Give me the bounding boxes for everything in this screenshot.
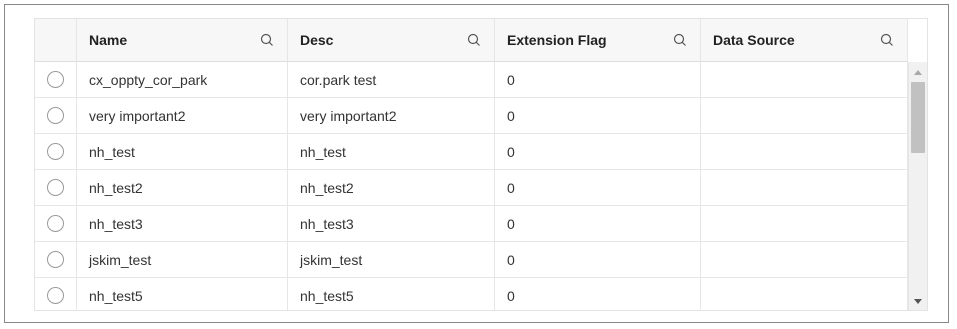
search-icon[interactable] <box>880 33 894 47</box>
grid-panel: Name Desc Extension Flag Data Source cx_… <box>4 4 949 323</box>
row-radio-button[interactable] <box>47 215 64 232</box>
desc-cell: very important2 <box>288 98 495 133</box>
search-icon[interactable] <box>467 33 481 47</box>
table-row[interactable]: jskim_test jskim_test 0 <box>35 242 908 278</box>
table-row[interactable]: very important2 very important2 0 <box>35 98 908 134</box>
name-cell: jskim_test <box>77 242 288 277</box>
extension-flag-cell: 0 <box>495 242 701 277</box>
row-select-cell <box>35 206 77 241</box>
row-select-cell <box>35 98 77 133</box>
name-cell: very important2 <box>77 98 288 133</box>
row-select-cell <box>35 134 77 169</box>
name-cell: nh_test2 <box>77 170 288 205</box>
column-header-label: Extension Flag <box>507 32 607 48</box>
column-header-name[interactable]: Name <box>77 19 288 61</box>
header-select-cell <box>35 19 77 61</box>
desc-cell: nh_test2 <box>288 170 495 205</box>
column-header-label: Desc <box>300 32 334 48</box>
data-grid: Name Desc Extension Flag Data Source cx_… <box>34 18 928 311</box>
data-source-cell <box>701 170 908 205</box>
row-radio-button[interactable] <box>47 179 64 196</box>
table-row[interactable]: nh_test5 nh_test5 0 <box>35 278 908 310</box>
row-select-cell <box>35 170 77 205</box>
data-source-cell <box>701 62 908 97</box>
desc-cell: jskim_test <box>288 242 495 277</box>
row-radio-button[interactable] <box>47 287 64 304</box>
search-icon[interactable] <box>260 33 274 47</box>
scroll-up-arrow-icon[interactable] <box>909 64 927 80</box>
extension-flag-cell: 0 <box>495 170 701 205</box>
name-cell: nh_test5 <box>77 278 288 310</box>
column-header-label: Data Source <box>713 32 795 48</box>
extension-flag-cell: 0 <box>495 278 701 310</box>
table-row[interactable]: cx_oppty_cor_park cor.park test 0 <box>35 62 908 98</box>
extension-flag-cell: 0 <box>495 62 701 97</box>
table-row[interactable]: nh_test3 nh_test3 0 <box>35 206 908 242</box>
row-radio-button[interactable] <box>47 143 64 160</box>
desc-cell: nh_test3 <box>288 206 495 241</box>
extension-flag-cell: 0 <box>495 98 701 133</box>
name-cell: nh_test3 <box>77 206 288 241</box>
column-header-desc[interactable]: Desc <box>288 19 495 61</box>
column-header-extension-flag[interactable]: Extension Flag <box>495 19 701 61</box>
search-icon[interactable] <box>673 33 687 47</box>
column-header-label: Name <box>89 32 128 48</box>
data-source-cell <box>701 242 908 277</box>
scroll-down-arrow-icon[interactable] <box>909 293 927 309</box>
name-cell: nh_test <box>77 134 288 169</box>
scrollbar-thumb[interactable] <box>911 82 925 153</box>
row-select-cell <box>35 278 77 310</box>
row-radio-button[interactable] <box>47 251 64 268</box>
row-select-cell <box>35 62 77 97</box>
data-source-cell <box>701 206 908 241</box>
table-row[interactable]: nh_test nh_test 0 <box>35 134 908 170</box>
vertical-scrollbar[interactable] <box>908 62 927 310</box>
header-row: Name Desc Extension Flag Data Source <box>35 19 908 62</box>
desc-cell: cor.park test <box>288 62 495 97</box>
desc-cell: nh_test <box>288 134 495 169</box>
row-radio-button[interactable] <box>47 71 64 88</box>
data-source-cell <box>701 278 908 310</box>
name-cell: cx_oppty_cor_park <box>77 62 288 97</box>
row-radio-button[interactable] <box>47 107 64 124</box>
extension-flag-cell: 0 <box>495 206 701 241</box>
row-select-cell <box>35 242 77 277</box>
desc-cell: nh_test5 <box>288 278 495 310</box>
extension-flag-cell: 0 <box>495 134 701 169</box>
data-source-cell <box>701 134 908 169</box>
table-row[interactable]: nh_test2 nh_test2 0 <box>35 170 908 206</box>
data-source-cell <box>701 98 908 133</box>
column-header-data-source[interactable]: Data Source <box>701 19 908 61</box>
